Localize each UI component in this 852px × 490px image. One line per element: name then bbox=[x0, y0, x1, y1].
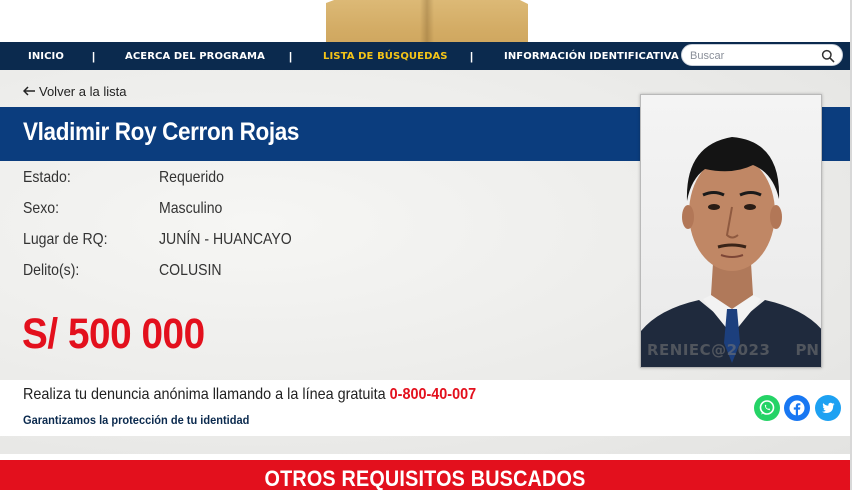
info-label: Lugar de RQ: bbox=[23, 231, 108, 248]
search-icon[interactable] bbox=[821, 49, 835, 63]
share-whatsapp-button[interactable] bbox=[754, 395, 780, 421]
nav-separator: | bbox=[289, 51, 293, 63]
portrait-illustration bbox=[641, 137, 821, 367]
hotline-number[interactable]: 0-800-40-007 bbox=[390, 386, 476, 403]
info-value: Requerido bbox=[159, 169, 224, 186]
nav-item-informacion-identificativa[interactable]: INFORMACIÓN IDENTIFICATIVA bbox=[504, 42, 679, 70]
nav-separator: | bbox=[470, 51, 474, 63]
nav-item-inicio[interactable]: INICIO bbox=[28, 42, 64, 70]
info-value: COLUSIN bbox=[159, 262, 222, 279]
info-value: Masculino bbox=[159, 200, 223, 217]
other-wanted-heading: OTROS REQUISITOS BUSCADOS bbox=[264, 466, 586, 490]
info-label: Sexo: bbox=[23, 200, 60, 217]
reward-amount: S/ 500 000 bbox=[22, 310, 205, 358]
notice-text: Realiza tu denuncia anónima llamando a l… bbox=[23, 386, 390, 403]
back-to-list-link[interactable]: Volver a la lista bbox=[22, 82, 127, 100]
info-value: JUNÍN - HUANCAYO bbox=[159, 231, 292, 248]
anonymous-report-notice: Realiza tu denuncia anónima llamando a l… bbox=[23, 386, 476, 404]
search-box bbox=[681, 44, 843, 66]
search-input[interactable] bbox=[690, 47, 818, 64]
nav-item-acerca-del-programa[interactable]: ACERCA DEL PROGRAMA bbox=[125, 42, 265, 70]
share-facebook-button[interactable] bbox=[784, 395, 810, 421]
photo-watermark-2: PN bbox=[795, 341, 819, 359]
person-photo: RENIEC@2023 PN bbox=[640, 94, 822, 368]
arrow-left-icon bbox=[22, 84, 36, 98]
tape-fold-decoration bbox=[420, 0, 434, 48]
whatsapp-icon bbox=[754, 395, 780, 421]
back-link-label: Volver a la lista bbox=[39, 83, 127, 99]
person-name: Vladimir Roy Cerron Rojas bbox=[23, 118, 300, 146]
info-label: Estado: bbox=[23, 169, 71, 186]
facebook-icon bbox=[784, 395, 810, 421]
twitter-icon bbox=[815, 395, 841, 421]
identity-protection-note: Garantizamos la protección de tu identid… bbox=[23, 413, 250, 427]
info-label: Delito(s): bbox=[23, 262, 80, 279]
photo-watermark: RENIEC@2023 bbox=[647, 341, 771, 359]
share-twitter-button[interactable] bbox=[815, 395, 841, 421]
nav-item-lista-de-busquedas[interactable]: LISTA DE BÚSQUEDAS bbox=[323, 42, 448, 70]
nav-separator: | bbox=[92, 51, 96, 63]
